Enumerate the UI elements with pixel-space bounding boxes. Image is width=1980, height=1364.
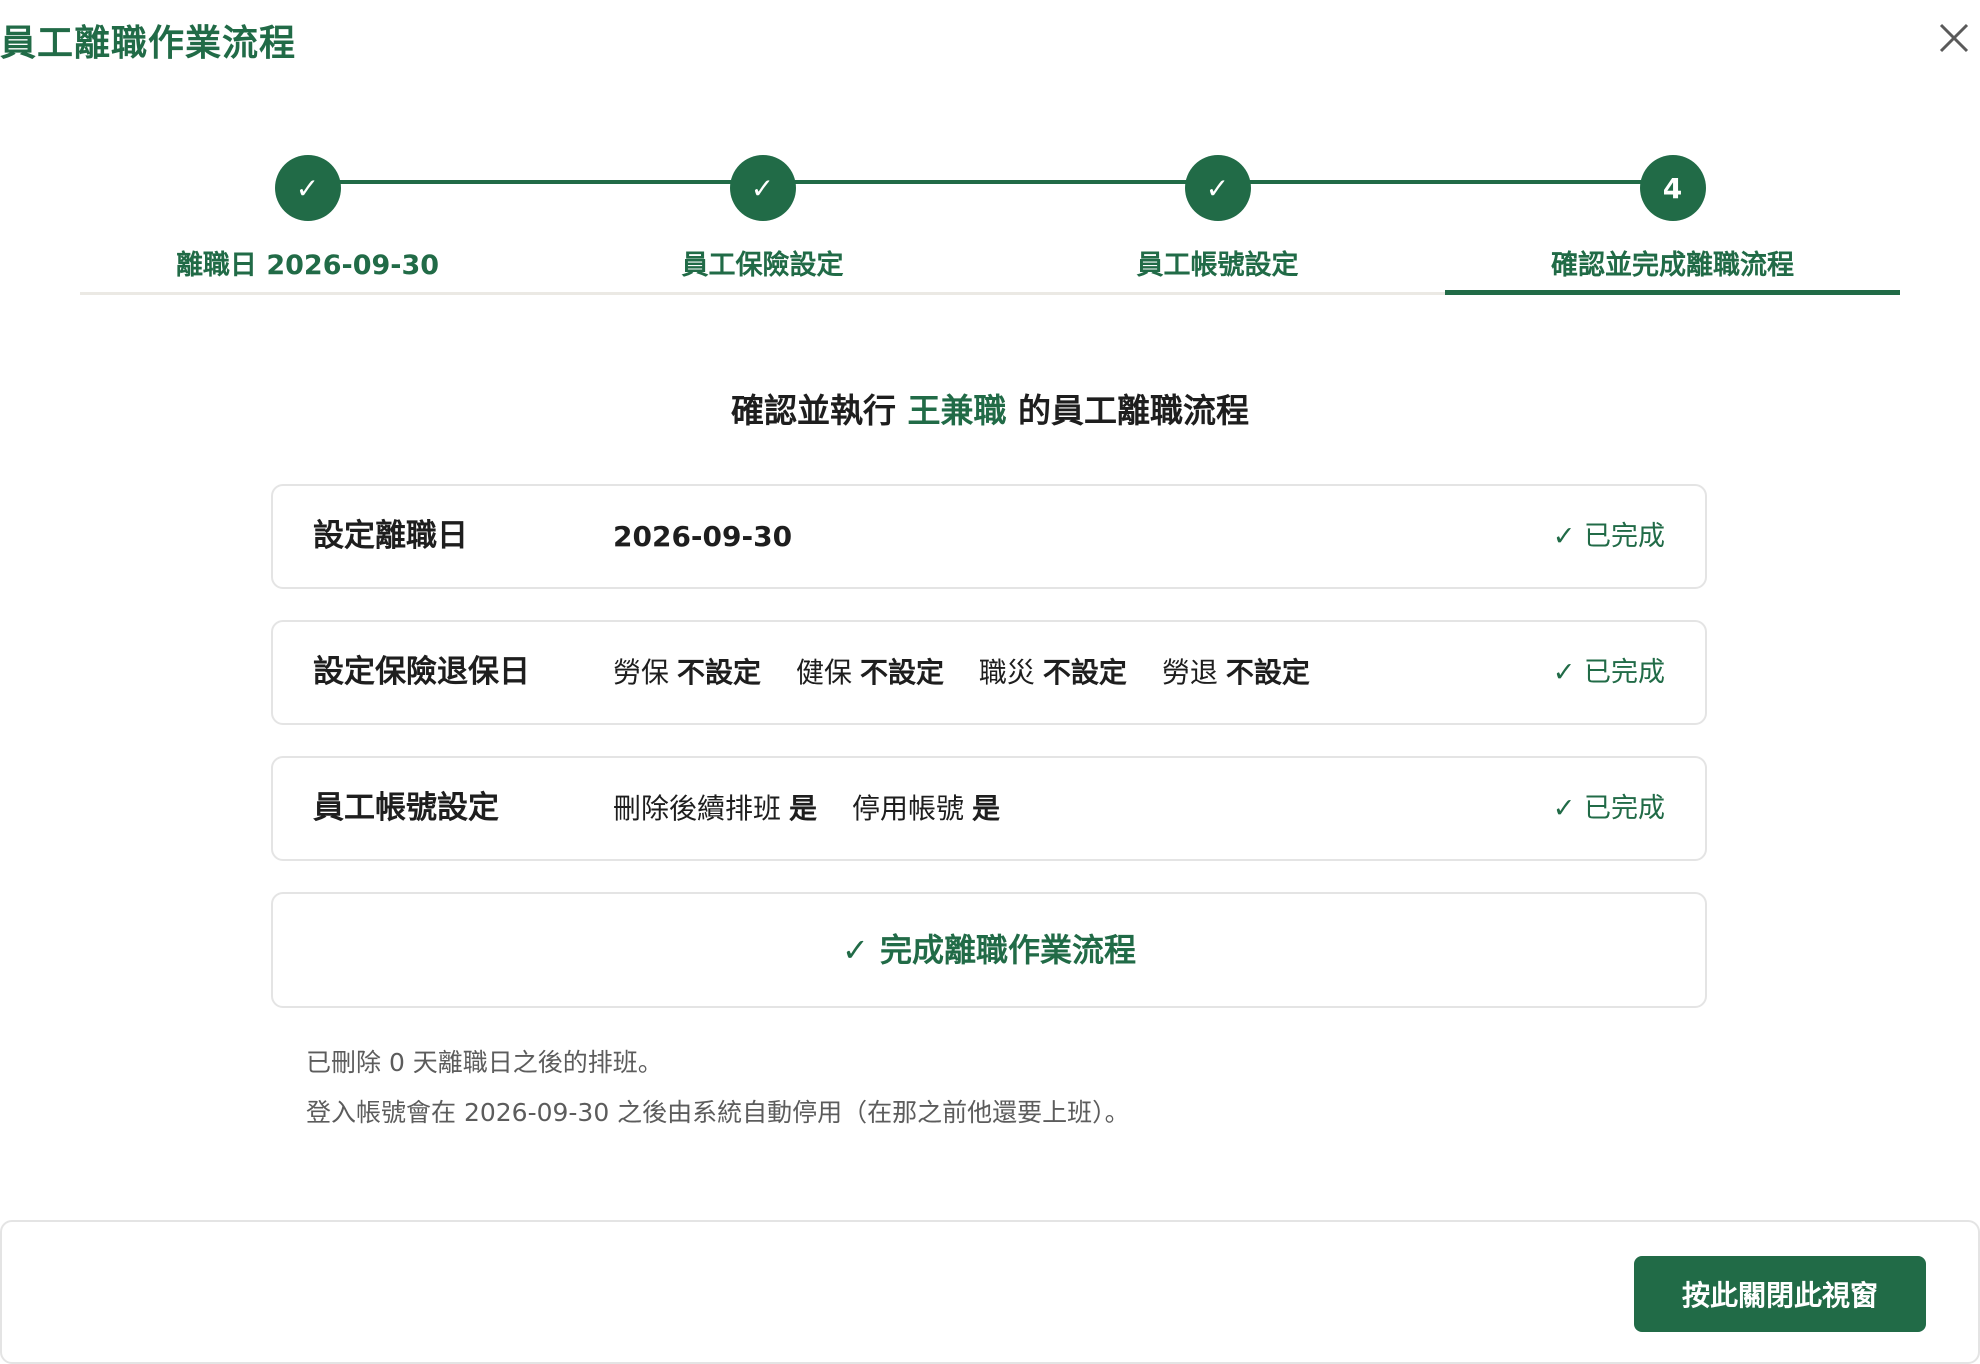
account-item-name: 刪除後續排班 [613, 792, 782, 825]
confirm-suffix: 的員工離職流程 [1018, 391, 1249, 430]
card-title: 員工帳號設定 [313, 790, 499, 826]
step-label: 員工帳號設定 [1136, 250, 1299, 281]
dialog-footer: 按此關閉此視窗 [0, 1220, 1980, 1364]
completed-status: ✓ 已完成 [1552, 521, 1665, 552]
check-icon: ✓ [274, 155, 341, 221]
insurance-item-name: 職災 [978, 656, 1035, 689]
note-account-disable: 登入帳號會在 2026-09-30 之後由系統自動停用（在那之前他還要上班）。 [306, 1098, 1130, 1127]
resign-date-value: 2026-09-30 [613, 520, 793, 553]
insurance-item-name: 勞保 [613, 656, 670, 689]
step-confirm: 4 確認並完成離職流程 [1445, 155, 1900, 282]
insurance-values: 勞保 不設定 健保 不設定 職災 不設定 勞退 不設定 [613, 622, 1310, 723]
completed-status: ✓ 已完成 [1552, 657, 1665, 688]
insurance-item-value: 不設定 [859, 656, 944, 689]
account-card: 員工帳號設定 刪除後續排班是 停用帳號是 ✓ 已完成 [271, 756, 1707, 861]
confirm-prefix: 確認並執行 [731, 391, 896, 430]
confirm-heading: 確認並執行 王兼職 的員工離職流程 [0, 384, 1980, 432]
step-resign-date: ✓ 離職日 2026-09-30 [80, 155, 535, 282]
check-icon: ✓ [1184, 155, 1251, 221]
employee-name: 王兼職 [907, 391, 1007, 430]
insurance-item-value: 不設定 [677, 656, 762, 689]
check-icon: ✓ [729, 155, 796, 221]
account-item-name: 停用帳號 [851, 792, 964, 825]
insurance-item-name: 健保 [795, 656, 852, 689]
active-step-indicator [1445, 290, 1900, 295]
note-deleted-shifts: 已刪除 0 天離職日之後的排班。 [306, 1048, 663, 1077]
step-label: 確認並完成離職流程 [1551, 250, 1794, 281]
step-number: 4 [1639, 155, 1706, 221]
insurance-item-value: 不設定 [1225, 656, 1310, 689]
step-label: 離職日 2026-09-30 [175, 250, 440, 281]
close-icon[interactable] [1932, 16, 1976, 60]
finish-offboarding-status: ✓ 完成離職作業流程 [271, 892, 1707, 1008]
resign-date-card: 設定離職日 2026-09-30 ✓ 已完成 [271, 484, 1707, 589]
step-account: ✓ 員工帳號設定 [990, 155, 1445, 282]
insurance-item-value: 不設定 [1042, 656, 1127, 689]
card-title: 設定離職日 [313, 518, 468, 554]
step-label: 員工保險設定 [681, 250, 844, 281]
insurance-item-name: 勞退 [1161, 656, 1218, 689]
account-item-value: 是 [789, 792, 818, 825]
dialog-title: 員工離職作業流程 [0, 23, 297, 64]
card-title: 設定保險退保日 [313, 654, 530, 690]
account-values: 刪除後續排班是 停用帳號是 [613, 758, 1000, 859]
offboarding-dialog: 員工離職作業流程 ✓ 離職日 2026-09-30 ✓ 員工保險設定 ✓ 員工帳… [0, 0, 1980, 1364]
progress-stepper: ✓ 離職日 2026-09-30 ✓ 員工保險設定 ✓ 員工帳號設定 4 確認並… [80, 155, 1900, 300]
completed-status: ✓ 已完成 [1552, 793, 1665, 824]
insurance-card: 設定保險退保日 勞保 不設定 健保 不設定 職災 不設定 勞退 不設定 ✓ 已完成 [271, 620, 1707, 725]
step-insurance: ✓ 員工保險設定 [535, 155, 990, 282]
close-window-button[interactable]: 按此關閉此視窗 [1634, 1256, 1926, 1332]
account-item-value: 是 [971, 792, 1000, 825]
